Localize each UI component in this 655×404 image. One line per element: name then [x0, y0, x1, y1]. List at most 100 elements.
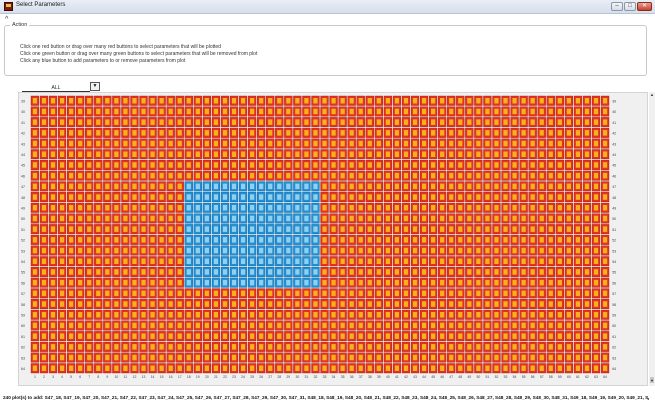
parameter-button-highlight — [150, 151, 155, 157]
column-label: 52 — [495, 375, 499, 379]
parameter-button-highlight — [213, 237, 219, 243]
parameter-button-highlight — [259, 108, 264, 115]
parameter-button-highlight — [87, 119, 92, 125]
parameter-button-highlight — [168, 226, 173, 232]
parameter-button-highlight — [304, 258, 309, 264]
parameter-button-highlight — [440, 354, 445, 361]
dropdown-arrow-icon[interactable]: ▼ — [90, 82, 100, 91]
parameter-button-highlight — [168, 312, 173, 318]
parameter-button-highlight — [584, 98, 590, 104]
parameter-button-highlight — [259, 301, 264, 307]
parameter-button-highlight — [575, 269, 581, 275]
parameter-button-highlight — [449, 290, 454, 297]
parameter-button-highlight — [222, 108, 228, 115]
parameter-button-highlight — [503, 183, 508, 190]
parameter-button-highlight — [177, 279, 182, 286]
parameter-button-highlight — [557, 354, 562, 361]
parameter-button-highlight — [123, 279, 128, 286]
parameter-button-highlight — [602, 130, 608, 136]
minimize-button[interactable]: – — [611, 2, 623, 11]
column-label: 11 — [124, 375, 128, 379]
parameter-button-highlight — [476, 194, 481, 200]
parameter-button-highlight — [440, 312, 445, 318]
parameter-button-highlight — [602, 205, 608, 211]
close-button[interactable]: ✕ — [637, 2, 652, 11]
parameter-button-highlight — [494, 279, 499, 286]
parameter-button-highlight — [277, 215, 282, 222]
parameter-button-highlight — [467, 322, 472, 329]
parameter-button-highlight — [593, 194, 599, 200]
filter-dropdown-value[interactable]: ALL — [22, 84, 90, 92]
parameter-button-highlight — [114, 279, 119, 286]
parameter-button-highlight — [250, 205, 255, 211]
parameter-button-highlight — [168, 172, 173, 179]
collapse-toggle[interactable]: ^ — [5, 16, 8, 23]
parameter-button-highlight — [295, 344, 300, 350]
parameter-button-highlight — [150, 205, 155, 211]
parameter-button-highlight — [367, 98, 372, 104]
vertical-scrollbar[interactable]: ▲ ▼ — [649, 92, 655, 386]
parameter-button-highlight — [431, 301, 436, 307]
parameter-button-highlight — [449, 98, 454, 104]
parameter-button-highlight — [476, 344, 481, 350]
parameter-button-highlight — [467, 258, 472, 264]
parameter-button-highlight — [503, 215, 508, 222]
parameter-button-highlight — [141, 151, 146, 157]
column-label: 13 — [142, 375, 146, 379]
parameter-button-highlight — [485, 258, 490, 264]
parameter-button-highlight — [385, 344, 390, 350]
parameter-button-highlight — [331, 140, 336, 147]
parameter-button-highlight — [349, 333, 354, 339]
column-label: 24 — [241, 375, 245, 379]
column-label: 9 — [106, 375, 108, 379]
parameter-button-highlight — [159, 322, 164, 329]
parameter-button-highlight — [105, 172, 110, 179]
parameter-button-highlight — [548, 205, 553, 211]
parameter-button-highlight — [421, 301, 427, 307]
parameter-button-highlight — [358, 226, 363, 232]
parameter-button-highlight — [394, 279, 400, 286]
parameter-button-highlight — [376, 365, 381, 371]
parameter-button-highlight — [259, 237, 264, 243]
parameter-button-highlight — [467, 269, 472, 275]
parameter-button-highlight — [231, 183, 237, 190]
scroll-up-icon[interactable]: ▲ — [649, 92, 655, 100]
parameter-button-highlight — [421, 162, 427, 168]
parameter-button-highlight — [213, 290, 219, 297]
parameter-button-highlight — [105, 333, 110, 339]
parameter-button-highlight — [231, 172, 237, 179]
parameter-button-highlight — [602, 258, 608, 264]
parameter-button-highlight — [548, 194, 553, 200]
parameter-button-highlight — [177, 215, 182, 222]
parameter-button-highlight — [240, 269, 246, 275]
maximize-button[interactable]: □ — [624, 2, 636, 11]
parameter-button-highlight — [159, 172, 164, 179]
parameter-button-highlight — [431, 119, 436, 125]
parameter-button-highlight — [548, 247, 553, 254]
parameter-button-highlight — [340, 312, 345, 318]
parameter-button-highlight — [277, 322, 282, 329]
parameter-button-highlight — [503, 333, 508, 339]
parameter-button-highlight — [331, 290, 336, 297]
parameter-button-highlight — [32, 365, 38, 371]
parameter-button-highlight — [32, 312, 38, 318]
parameter-button-highlight — [440, 269, 445, 275]
parameter-button-highlight — [69, 333, 74, 339]
parameter-button-highlight — [250, 194, 255, 200]
parameter-button-highlight — [566, 279, 571, 286]
parameter-button-highlight — [494, 269, 499, 275]
parameter-button-highlight — [177, 344, 182, 350]
parameter-button-highlight — [195, 119, 200, 125]
parameter-button-highlight — [32, 162, 38, 168]
scroll-down-icon[interactable]: ▼ — [649, 378, 655, 386]
parameter-button-highlight — [403, 365, 409, 371]
parameter-button-highlight — [467, 98, 472, 104]
parameter-button-highlight — [295, 108, 300, 115]
parameter-button-highlight — [304, 312, 309, 318]
parameter-button-highlight — [467, 333, 472, 339]
parameter-button-highlight — [204, 301, 209, 307]
parameter-button-highlight — [168, 279, 173, 286]
parameter-button-highlight — [222, 140, 228, 147]
parameter-button-highlight — [476, 119, 481, 125]
parameter-button-highlight — [240, 290, 246, 297]
